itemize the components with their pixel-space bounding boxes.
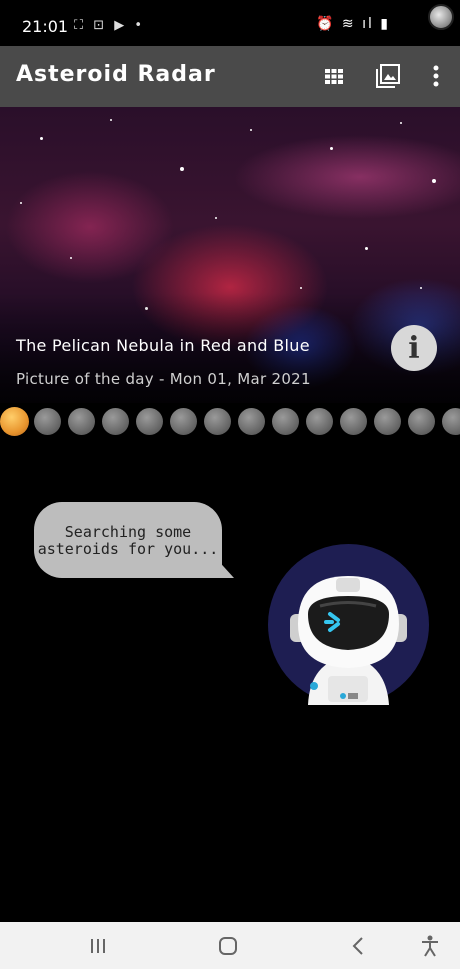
asteroid-icon (238, 408, 265, 435)
asteroid-icon (442, 408, 460, 435)
asteroid-icon (102, 408, 129, 435)
more-vert-icon[interactable] (418, 58, 454, 94)
picture-title: The Pelican Nebula in Red and Blue (16, 336, 310, 355)
asteroid-icon-active (0, 407, 29, 436)
asteroid-icon (306, 408, 333, 435)
asteroid-icon (272, 408, 299, 435)
system-status-icons: ⏰ ≋ ıl ▮ (316, 16, 390, 32)
loading-speech-bubble: Searching some asteroids for you... (34, 502, 222, 578)
system-nav-bar (0, 922, 460, 969)
asteroid-icon (374, 408, 401, 435)
asteroid-icon (34, 408, 61, 435)
accessibility-icon[interactable] (410, 930, 450, 962)
app-toolbar: Asteroid Radar (0, 46, 460, 107)
loading-message: Searching some asteroids for you... (37, 523, 219, 558)
app-title: Asteroid Radar (16, 62, 216, 87)
asteroid-icon (68, 408, 95, 435)
recents-icon[interactable] (78, 930, 118, 962)
astronaut-illustration (268, 544, 429, 705)
picture-subtitle: Picture of the day - Mon 01, Mar 2021 (16, 370, 311, 388)
back-icon[interactable] (338, 930, 378, 962)
asteroid-icon (204, 408, 231, 435)
grid-icon[interactable] (316, 58, 352, 94)
speech-bubble-tail (214, 556, 234, 578)
home-icon[interactable] (208, 930, 248, 962)
info-icon[interactable]: i (391, 325, 437, 371)
notification-icons: ⛶ ⊡ ▶ • (74, 18, 146, 33)
status-bar: 21:01 ⛶ ⊡ ▶ • ⏰ ≋ ıl ▮ (0, 0, 460, 46)
status-time: 21:01 (22, 17, 69, 36)
asteroid-icon (408, 408, 435, 435)
picture-of-day-image: The Pelican Nebula in Red and Blue Pictu… (0, 107, 460, 403)
floating-assist-icon[interactable] (428, 4, 454, 30)
asteroid-loading-row (0, 405, 460, 439)
gallery-icon[interactable] (370, 58, 406, 94)
asteroid-icon (340, 408, 367, 435)
asteroid-icon (170, 408, 197, 435)
asteroid-icon (136, 408, 163, 435)
